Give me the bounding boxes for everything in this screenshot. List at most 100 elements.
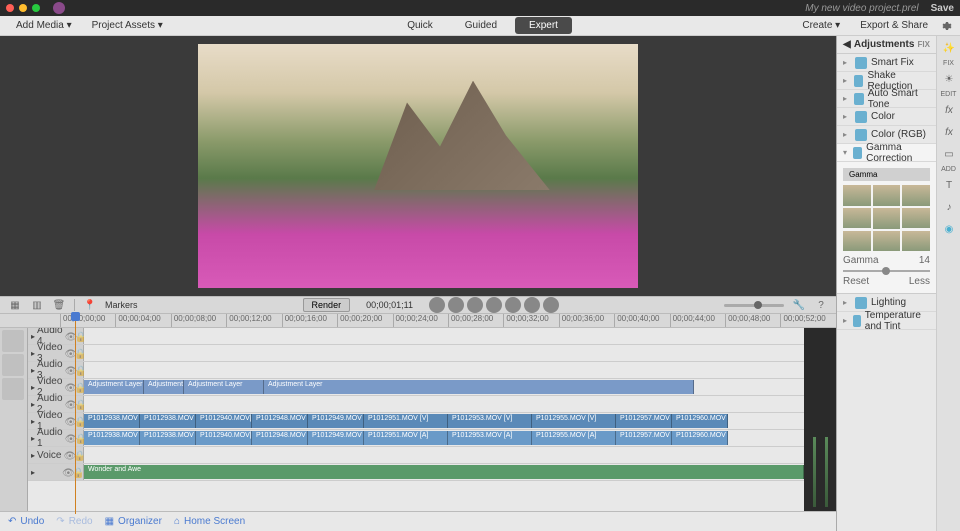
- menu-export-share[interactable]: Export & Share: [852, 18, 936, 33]
- menu-add-media-[interactable]: Add Media ▾: [8, 18, 80, 33]
- goto-start-button[interactable]: [429, 297, 445, 313]
- gamma-label: Gamma: [843, 255, 879, 266]
- clip[interactable]: P1012938.MOV [A]: [140, 431, 196, 445]
- zoom-slider[interactable]: [724, 304, 784, 307]
- clip[interactable]: P1012955.MOV [A]: [532, 431, 616, 445]
- undo-button[interactable]: ↶Undo: [8, 516, 44, 527]
- track-body[interactable]: P1012938.MOV [V]P1012938.MOV [V]P1012940…: [84, 413, 804, 429]
- time-stretch-tool[interactable]: [2, 378, 24, 400]
- clip[interactable]: P1012940.MOV[A]: [196, 431, 252, 445]
- clip[interactable]: Adjustment Layer: [184, 380, 264, 394]
- loop-button[interactable]: [524, 297, 540, 313]
- gamma-slider[interactable]: [843, 270, 930, 272]
- timeline-view-icon[interactable]: ▦: [8, 298, 22, 312]
- transitions-tool[interactable]: ▭: [939, 144, 959, 164]
- clip[interactable]: P1012949.MOV [V]: [308, 414, 364, 428]
- fullscreen-button[interactable]: [543, 297, 559, 313]
- titles-tool[interactable]: T: [939, 175, 959, 195]
- preview-frame[interactable]: [198, 44, 638, 288]
- adjustment-temperature-and-tint[interactable]: ▸Temperature and Tint: [837, 312, 936, 330]
- track-body[interactable]: [84, 328, 804, 344]
- track-body[interactable]: [84, 396, 804, 412]
- adjust-tool[interactable]: ☀: [939, 69, 959, 89]
- track-body[interactable]: [84, 345, 804, 361]
- gamma-preset-thumb[interactable]: [902, 208, 930, 229]
- applied-effects-tool[interactable]: fx: [939, 122, 959, 142]
- adjustment-color[interactable]: ▸Color: [837, 108, 936, 126]
- less-button[interactable]: Less: [909, 276, 930, 287]
- goto-end-button[interactable]: [505, 297, 521, 313]
- gamma-preset-thumb[interactable]: [873, 231, 901, 252]
- gamma-preset-thumb[interactable]: [873, 185, 901, 206]
- ruler-tick: 00;00;48;00: [725, 314, 780, 327]
- step-forward-button[interactable]: [486, 297, 502, 313]
- clip[interactable]: P1012953.MOV [V]: [448, 414, 532, 428]
- clip[interactable]: P1012938.MOV [A]: [84, 431, 140, 445]
- adjustment-auto-smart-tone[interactable]: ▸Auto Smart Tone: [837, 90, 936, 108]
- gear-icon[interactable]: [940, 20, 952, 32]
- step-back-button[interactable]: [448, 297, 464, 313]
- graphics-tool[interactable]: ◉: [939, 219, 959, 239]
- home-button[interactable]: ⌂Home Screen: [174, 516, 245, 527]
- clip[interactable]: Adjustment Layer: [84, 380, 144, 394]
- gamma-preset-thumb[interactable]: [843, 185, 871, 206]
- organizer-button[interactable]: ▦Organizer: [105, 516, 162, 527]
- clip[interactable]: P1012940.MOV[V]: [196, 414, 252, 428]
- clip[interactable]: P1012957.MOV [V]: [616, 414, 672, 428]
- trash-icon[interactable]: 🗑: [52, 298, 66, 312]
- tab-expert[interactable]: Expert: [515, 17, 572, 34]
- clip[interactable]: Adjustment: [144, 380, 184, 394]
- redo-button[interactable]: ↷Redo: [56, 516, 92, 527]
- tab-quick[interactable]: Quick: [393, 17, 447, 34]
- clip[interactable]: P1012955.MOV [V]: [532, 414, 616, 428]
- clip[interactable]: P1012948.MOV: [252, 431, 308, 445]
- close-window-btn[interactable]: [6, 4, 14, 12]
- markers-label[interactable]: Markers: [105, 300, 138, 310]
- track-video-1: ▸Video 1👁🔒P1012938.MOV [V]P1012938.MOV […: [28, 413, 804, 430]
- clip[interactable]: P1012951.MOV [A]: [364, 431, 448, 445]
- adjustment-gamma-correction[interactable]: ▾Gamma Correction: [837, 144, 936, 162]
- clip[interactable]: P1012957.MOV [A]: [616, 431, 672, 445]
- tab-guided[interactable]: Guided: [451, 17, 511, 34]
- gamma-preset-thumb[interactable]: [902, 231, 930, 252]
- gamma-preset-thumb[interactable]: [843, 208, 871, 229]
- music-tool[interactable]: ♪: [939, 197, 959, 217]
- save-button[interactable]: Save: [931, 3, 954, 14]
- clip[interactable]: P1012948.MOV: [252, 414, 308, 428]
- marker-icon[interactable]: 📍: [83, 298, 97, 312]
- help-icon[interactable]: ?: [814, 298, 828, 312]
- clip[interactable]: P1012938.MOV [V]: [84, 414, 140, 428]
- maximize-window-btn[interactable]: [32, 4, 40, 12]
- clip[interactable]: Wonder and Awe: [84, 465, 804, 479]
- track-body[interactable]: [84, 362, 804, 378]
- clip[interactable]: P1012953.MOV [A]: [448, 431, 532, 445]
- minimize-window-btn[interactable]: [19, 4, 27, 12]
- clip[interactable]: P1012960.MOV [A]: [672, 431, 728, 445]
- timecode-display[interactable]: 00;00;01;11: [366, 300, 413, 310]
- track-body[interactable]: Adjustment LayerAdjustmentAdjustment Lay…: [84, 379, 804, 395]
- clip[interactable]: P1012949.MOV [A]: [308, 431, 364, 445]
- fix-tool[interactable]: ✨: [939, 38, 959, 58]
- tools-icon[interactable]: 🔧: [792, 298, 806, 312]
- render-button[interactable]: Render: [303, 298, 351, 312]
- play-button[interactable]: [467, 297, 483, 313]
- gamma-preset-thumb[interactable]: [873, 208, 901, 229]
- selection-tool[interactable]: [2, 330, 24, 352]
- track-body[interactable]: Wonder and Awe: [84, 464, 804, 480]
- menu-create-[interactable]: Create ▾: [794, 18, 848, 33]
- clip[interactable]: P1012938.MOV [V]: [140, 414, 196, 428]
- track-tool[interactable]: [2, 354, 24, 376]
- menu-project-assets-[interactable]: Project Assets ▾: [84, 18, 171, 33]
- effects-tool[interactable]: fx: [939, 100, 959, 120]
- gamma-preset-thumb[interactable]: [902, 185, 930, 206]
- track-body[interactable]: [84, 447, 804, 463]
- clip[interactable]: P1012960.MOV [V]: [672, 414, 728, 428]
- time-ruler[interactable]: 00;00;00;0000;00;04;0000;00;08;0000;00;1…: [0, 314, 836, 328]
- gamma-preset-thumb[interactable]: [843, 231, 871, 252]
- clip[interactable]: Adjustment Layer: [264, 380, 694, 394]
- playhead[interactable]: [75, 314, 76, 514]
- clip[interactable]: P1012951.MOV [V]: [364, 414, 448, 428]
- timeline-props-icon[interactable]: ▥: [30, 298, 44, 312]
- reset-button[interactable]: Reset: [843, 276, 869, 287]
- track-body[interactable]: P1012938.MOV [A]P1012938.MOV [A]P1012940…: [84, 430, 804, 446]
